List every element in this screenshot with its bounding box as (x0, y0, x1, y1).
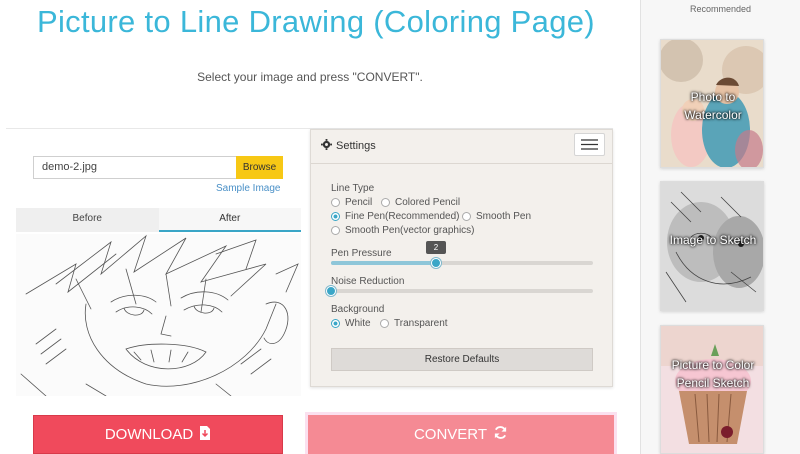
card-label: Photo to Watercolor (684, 90, 742, 122)
radio-fine-pen[interactable]: Fine Pen(Recommended) (331, 211, 460, 222)
preview-tabs: Before After (16, 208, 301, 232)
settings-panel: Settings Line Type Pencil Colored Pencil… (310, 129, 613, 387)
file-upload-row: demo-2.jpg Browse (33, 156, 283, 179)
download-button[interactable]: DOWNLOAD (33, 415, 283, 454)
restore-defaults-button[interactable]: Restore Defaults (331, 348, 593, 371)
convert-button[interactable]: CONVERT (308, 415, 614, 454)
radio-dot (331, 198, 340, 207)
main-area: Picture to Line Drawing (Coloring Page) … (0, 0, 640, 454)
radio-label: Smooth Pen(vector graphics) (345, 225, 475, 236)
hamburger-menu-icon (581, 139, 598, 150)
line-type-label: Line Type (331, 183, 375, 194)
file-name-field[interactable]: demo-2.jpg (33, 156, 236, 179)
page-subtitle: Select your image and press "CONVERT". (197, 70, 423, 84)
sample-image-link[interactable]: Sample Image (216, 183, 280, 194)
hamburger-menu-button[interactable] (574, 133, 605, 156)
download-label: DOWNLOAD (104, 426, 194, 443)
card-image-to-sketch[interactable]: Image to Sketch (660, 181, 764, 311)
card-color-pencil-sketch[interactable]: Picture to Color Pencil Sketch (660, 325, 764, 454)
radio-smooth-pen-vector[interactable]: Smooth Pen(vector graphics) (331, 225, 475, 236)
radio-colored-pencil[interactable]: Colored Pencil (381, 197, 460, 208)
radio-white[interactable]: White (331, 318, 371, 329)
radio-dot (331, 319, 340, 328)
refresh-icon (493, 425, 508, 444)
page-title: Picture to Line Drawing (Coloring Page) (37, 4, 595, 39)
gear-icon (321, 139, 332, 153)
radio-dot (381, 198, 390, 207)
radio-dot (380, 319, 389, 328)
radio-label: Colored Pencil (395, 197, 461, 208)
card-label: Image to Sketch (669, 233, 757, 247)
radio-label: Smooth Pen (476, 211, 532, 222)
slider-thumb[interactable] (326, 286, 336, 296)
sidebar-title: Recommended (689, 4, 752, 14)
pen-pressure-label: Pen Pressure (331, 248, 392, 259)
tab-after[interactable]: After (158, 208, 301, 232)
radio-pencil[interactable]: Pencil (331, 197, 372, 208)
settings-title: Settings (336, 140, 376, 152)
radio-label: White (345, 318, 371, 329)
convert-label: CONVERT (413, 426, 488, 443)
slider-fill (331, 261, 436, 265)
radio-smooth-pen[interactable]: Smooth Pen (462, 211, 531, 222)
pen-pressure-slider[interactable]: 2 (331, 241, 593, 268)
radio-dot (331, 212, 340, 221)
noise-reduction-slider[interactable] (326, 286, 593, 296)
radio-dot (462, 212, 471, 221)
settings-divider (311, 163, 612, 164)
radio-transparent[interactable]: Transparent (380, 318, 448, 329)
recommended-sidebar: Recommended Photo to Watercolor Image to… (641, 0, 800, 454)
slider-thumb[interactable] (431, 258, 441, 268)
line-drawing-image (16, 234, 301, 396)
card-photo-to-watercolor[interactable]: Photo to Watercolor (660, 39, 764, 168)
card-label: Picture to Color Pencil Sketch (671, 358, 755, 390)
slider-value-bubble: 2 (426, 241, 446, 254)
page: Picture to Line Drawing (Coloring Page) … (0, 0, 800, 454)
download-icon (199, 425, 211, 444)
noise-reduction-label: Noise Reduction (331, 276, 405, 287)
background-label: Background (331, 304, 385, 315)
tab-before[interactable]: Before (16, 208, 159, 232)
radio-label: Transparent (394, 318, 448, 329)
radio-label: Pencil (345, 197, 373, 208)
browse-button[interactable]: Browse (236, 156, 283, 179)
radio-dot (331, 226, 340, 235)
line-drawing-preview (16, 234, 301, 396)
settings-header: Settings (321, 139, 376, 153)
radio-label: Fine Pen(Recommended) (345, 211, 460, 222)
